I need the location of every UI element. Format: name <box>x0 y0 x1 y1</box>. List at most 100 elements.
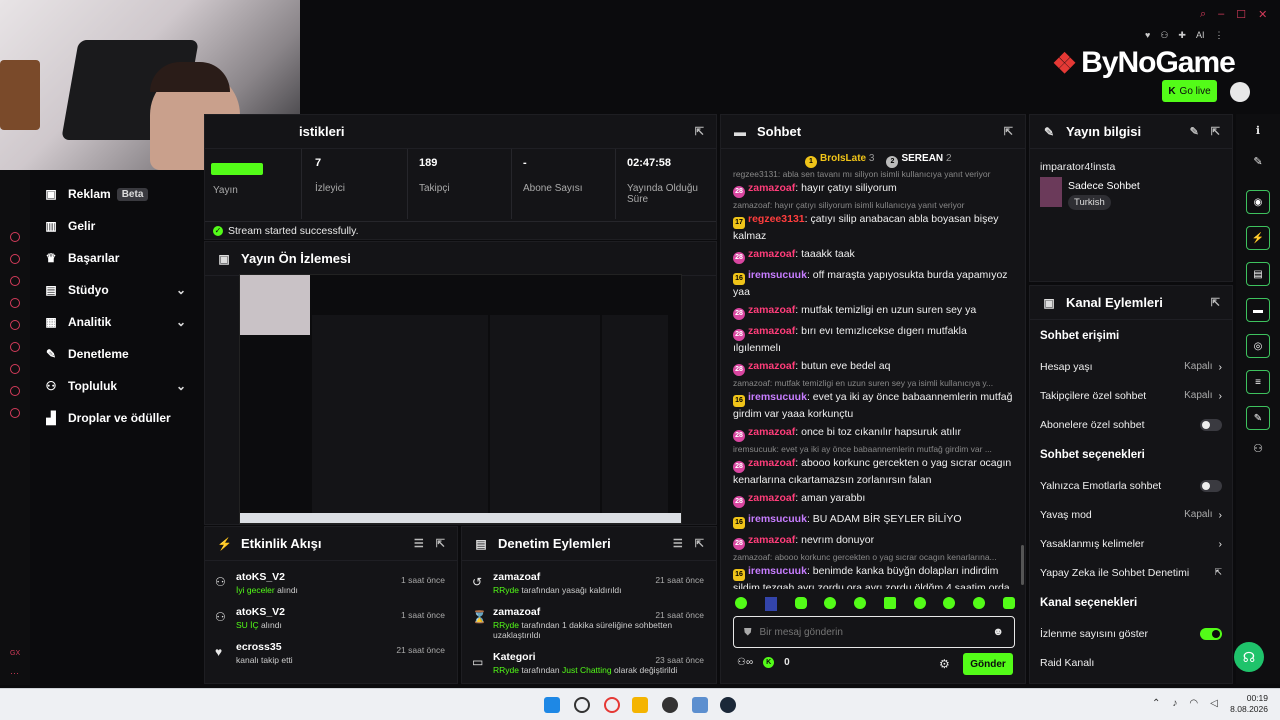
row-takipci-sohbet[interactable]: Takipçilere özel sohbet Kapalı › <box>1030 381 1232 410</box>
maximize-icon[interactable]: ☐ <box>1236 8 1246 22</box>
heart-icon[interactable]: ♥ <box>1145 30 1150 42</box>
people-icon[interactable]: ⚇ <box>1236 442 1280 455</box>
steam-icon[interactable] <box>720 697 736 713</box>
emote-icon[interactable] <box>943 597 956 609</box>
chat-username[interactable]: zamazoaf <box>748 457 795 469</box>
chat-input[interactable]: ⛊ ☻ <box>733 616 1015 648</box>
sidebar-item-analitik[interactable]: ▦ Analitik ⌄ <box>30 306 202 338</box>
filter-icon[interactable]: ☰ <box>673 538 683 550</box>
rail-icon-6[interactable] <box>10 342 20 352</box>
ai-label[interactable]: AI <box>1196 30 1205 42</box>
sidebar-item-basarilar[interactable]: ♛ Başarılar <box>30 242 202 274</box>
chat-username[interactable]: zamazoaf <box>748 182 795 194</box>
sidebar-item-reklam[interactable]: ▣ Reklam Beta <box>30 178 202 210</box>
mic-icon[interactable]: ♪ <box>1172 698 1177 709</box>
popout-icon[interactable]: ⇱ <box>1211 296 1220 309</box>
chat-scrollbar[interactable] <box>1021 545 1024 585</box>
clock[interactable]: 00:19 8.08.2026 <box>1230 693 1268 715</box>
chat-username[interactable]: zamazoaf <box>748 325 795 337</box>
broadcast-button[interactable]: ◎ <box>1246 334 1270 358</box>
lightning-button[interactable]: ⚡ <box>1246 226 1270 250</box>
rail-icon-8[interactable] <box>10 386 20 396</box>
send-button[interactable]: Gönder <box>963 653 1013 675</box>
chat-button[interactable]: ▬ <box>1246 298 1270 322</box>
emote-icon[interactable] <box>854 597 867 609</box>
emote-icon[interactable] <box>1002 597 1015 609</box>
toggle-switch[interactable] <box>1200 627 1222 640</box>
rail-icon-1[interactable] <box>10 232 20 242</box>
wifi-icon[interactable]: ◠ <box>1189 698 1198 709</box>
rail-icon-4[interactable] <box>10 298 20 308</box>
edit-icon[interactable]: ✎ <box>1190 126 1199 138</box>
rail-more-icon[interactable]: ··· <box>10 668 19 678</box>
stack-button[interactable]: ≡ <box>1246 370 1270 394</box>
search-icon[interactable]: ⌕ <box>1200 8 1206 22</box>
chat-username[interactable]: zamazoaf <box>748 360 795 372</box>
chat-username[interactable]: iremsucuuk <box>748 565 807 577</box>
search-icon[interactable] <box>574 697 590 713</box>
folder-icon[interactable] <box>632 697 648 713</box>
toggle-switch[interactable] <box>1200 479 1222 492</box>
emote-icon[interactable] <box>883 597 896 609</box>
minimize-icon[interactable]: – <box>1218 8 1224 22</box>
chat-username[interactable]: zamazoaf <box>748 426 795 438</box>
popout-icon[interactable]: ⇱ <box>1211 126 1220 138</box>
popout-icon[interactable]: ⇱ <box>695 538 704 550</box>
row-hesap-yasi[interactable]: Hesap yaşı Kapalı › <box>1030 352 1232 381</box>
windows-start-icon[interactable] <box>544 697 560 713</box>
emote-icon[interactable] <box>973 597 986 609</box>
chat-username[interactable]: zamazoaf <box>748 492 795 504</box>
emote-icon[interactable] <box>913 597 926 609</box>
document-button[interactable]: ▤ <box>1246 262 1270 286</box>
avatar[interactable] <box>1230 82 1250 102</box>
chat-username[interactable]: iremsucuuk <box>748 269 807 281</box>
go-live-button[interactable]: K Go live <box>1162 80 1217 102</box>
message-field[interactable] <box>759 626 985 638</box>
gear-icon[interactable]: ⚙ <box>939 657 950 671</box>
chat-username[interactable]: zamazoaf <box>748 248 795 260</box>
emote-icon[interactable] <box>764 597 777 611</box>
rail-icon-3[interactable] <box>10 276 20 286</box>
top-chatter-1[interactable]: 1 BroIsLate 3 <box>805 153 874 168</box>
row-ai-moderation[interactable]: Yapay Zeka ile Sohbet Denetimi ⇱ <box>1030 558 1232 587</box>
toggle-switch[interactable] <box>1200 418 1222 431</box>
obs-icon[interactable] <box>662 697 678 713</box>
info-icon[interactable]: ℹ <box>1236 124 1280 137</box>
sidebar-item-droplar[interactable]: ▟ Droplar ve ödüller <box>30 402 202 434</box>
filter-icon[interactable]: ☰ <box>414 538 424 550</box>
emoji-icon[interactable]: ☻ <box>992 626 1004 638</box>
people-icon[interactable]: ⚇∞ <box>737 657 753 668</box>
more-icon[interactable]: ⋮ <box>1214 30 1223 42</box>
support-headset-button[interactable]: ☊ <box>1234 642 1264 672</box>
opera-icon[interactable] <box>604 697 620 713</box>
emote-icon[interactable] <box>824 597 837 609</box>
close-icon[interactable]: ✕ <box>1258 8 1267 22</box>
rail-icon-9[interactable] <box>10 408 20 418</box>
chat-username[interactable]: iremsucuuk <box>748 513 807 525</box>
puzzle-icon[interactable]: ✚ <box>1178 30 1186 42</box>
people-icon[interactable]: ⚇ <box>1160 30 1168 42</box>
popout-icon[interactable]: ⇱ <box>1004 125 1013 138</box>
wrench-button[interactable]: ✎ <box>1246 406 1270 430</box>
rail-icon-5[interactable] <box>10 320 20 330</box>
emote-icon[interactable] <box>794 597 807 609</box>
sidebar-item-studyo[interactable]: ▤ Stüdyo ⌄ <box>30 274 202 306</box>
row-slow-mode[interactable]: Yavaş mod Kapalı › <box>1030 500 1232 529</box>
rail-icon-2[interactable] <box>10 254 20 264</box>
popout-icon[interactable]: ⇱ <box>695 125 704 138</box>
top-chatter-2[interactable]: 2 SEREAN 2 <box>886 153 952 168</box>
edit-icon[interactable]: ✎ <box>1236 155 1280 168</box>
chat-username[interactable]: zamazoaf <box>748 534 795 546</box>
rail-bottom-icon[interactable]: GX <box>10 650 20 657</box>
rail-icon-7[interactable] <box>10 364 20 374</box>
emote-icon[interactable] <box>735 597 747 609</box>
sidebar-item-gelir[interactable]: ▥ Gelir <box>30 210 202 242</box>
popout-icon[interactable]: ⇱ <box>436 538 445 550</box>
chat-username[interactable]: zamazoaf <box>748 304 795 316</box>
chevron-up-icon[interactable]: ⌃ <box>1152 698 1160 709</box>
sidebar-item-topluluk[interactable]: ⚇ Topluluk ⌄ <box>30 370 202 402</box>
volume-icon[interactable]: ◁ <box>1210 698 1218 709</box>
camera-button[interactable]: ◉ <box>1246 190 1270 214</box>
stream-preview-video[interactable] <box>239 274 682 524</box>
row-raid[interactable]: Raid Kanalı <box>1030 648 1232 677</box>
